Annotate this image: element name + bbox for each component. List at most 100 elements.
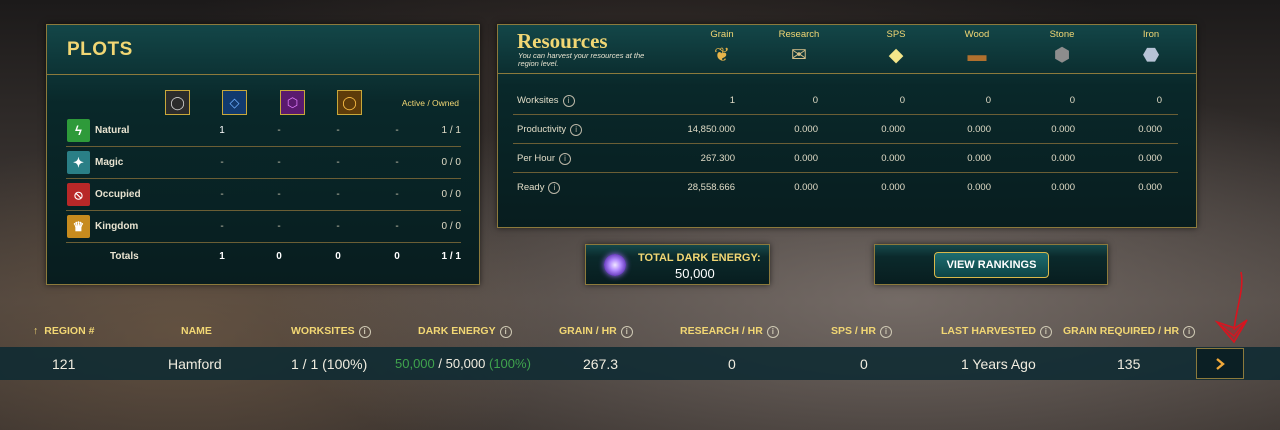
cell-worksites: 1 / 1 (100%) [291, 356, 368, 372]
col-header-label: GRAIN REQUIRED / HR [1063, 325, 1180, 337]
col-header-label: REGION # [44, 325, 95, 337]
view-rankings-button[interactable]: VIEW RANKINGS [934, 252, 1049, 278]
resource-row-label: Per Hour i [517, 153, 572, 165]
plot-active-owned: 0 / 0 [441, 157, 461, 168]
resource-value: 1 [729, 95, 735, 106]
iron-icon: ⬣ [1142, 45, 1160, 66]
cell-grain-required: 135 [1117, 356, 1141, 372]
cell-dark-energy: 50,000 / 50,000 (100%) [395, 356, 531, 371]
info-icon[interactable]: i [879, 326, 892, 338]
totals-cell: 1 [219, 251, 225, 262]
col-header-label: SPS / HR [831, 325, 876, 337]
resource-value: 0 [812, 95, 818, 106]
open-region-button[interactable] [1196, 348, 1244, 379]
resource-col-label: SPS [886, 29, 906, 40]
info-icon[interactable]: i [562, 95, 575, 107]
plot-row-label: Magic [95, 157, 124, 168]
col-header-label: RESEARCH / HR [680, 325, 763, 337]
dark-energy-separator: / [434, 356, 446, 371]
dark-energy-icon [604, 254, 626, 276]
col-header-grain-hr[interactable]: GRAIN / HR i [559, 325, 633, 338]
resource-row-ready: Ready i 28,558.666 0.000 0.000 0.000 0.00… [513, 173, 1178, 202]
info-icon[interactable]: i [570, 124, 583, 136]
plot-cell: - [336, 189, 340, 200]
col-header-research-hr[interactable]: RESEARCH / HR i [680, 325, 779, 338]
info-icon[interactable]: i [1183, 326, 1196, 338]
info-icon[interactable]: i [548, 182, 561, 194]
table-row[interactable]: 121 Hamford 1 / 1 (100%) 50,000 / 50,000… [0, 347, 1280, 380]
red-arrow-annotation [1214, 271, 1248, 344]
plot-active-owned: 1 / 1 [441, 125, 461, 136]
plot-cell: 1 [219, 125, 225, 136]
info-icon[interactable]: i [766, 326, 779, 338]
col-header-dark-energy[interactable]: DARK ENERGY i [418, 325, 512, 338]
info-icon[interactable]: i [358, 326, 371, 338]
plot-cell: - [336, 157, 340, 168]
plot-cell: - [336, 221, 340, 232]
sort-arrow-icon[interactable]: ↑ [33, 325, 38, 337]
active-owned-header: Active / Owned [401, 98, 459, 108]
resource-row-label: Worksites i [517, 95, 575, 107]
resource-value: 0.000 [1138, 124, 1162, 135]
resource-value: 0.000 [794, 153, 818, 164]
col-header-sps-hr[interactable]: SPS / HR i [831, 325, 892, 338]
plot-cell: - [220, 221, 224, 232]
plot-cell: - [220, 157, 224, 168]
resource-row-label-text: Ready [517, 182, 545, 193]
sps-icon: ◆ [888, 45, 904, 66]
resource-value: 0.000 [881, 124, 905, 135]
grain-icon: ❦ [714, 45, 730, 66]
info-icon[interactable]: i [1039, 326, 1052, 338]
resource-row-label-text: Per Hour [517, 153, 556, 164]
resource-row-productivity: Productivity i 14,850.000 0.000 0.000 0.0… [513, 115, 1178, 144]
cell-name: Hamford [168, 356, 222, 372]
resource-col-stone: Stone ⬢ [1027, 29, 1097, 68]
resource-col-sps: SPS ◆ [861, 29, 931, 68]
plot-cell: - [395, 125, 399, 136]
col-header-worksites[interactable]: WORKSITES i [291, 325, 371, 338]
plots-panel: PLOTS ◯ ◇ ⬡ ◯ Active / Owned ϟ Natural 1… [46, 24, 480, 285]
plot-cell: - [395, 221, 399, 232]
resource-value: 0.000 [794, 182, 818, 193]
resource-col-iron: Iron ⬣ [1116, 29, 1186, 68]
plot-cell: - [277, 221, 281, 232]
epic-plot-icon: ⬡ [280, 90, 305, 115]
resource-value: 0.000 [1051, 153, 1075, 164]
dark-energy-max: 50,000 [445, 356, 486, 371]
research-icon: ✉ [791, 45, 807, 66]
resource-col-label: Grain [710, 29, 734, 40]
col-header-name[interactable]: NAME [181, 325, 212, 337]
info-icon[interactable]: i [499, 326, 512, 338]
plot-row-label: Natural [95, 125, 130, 136]
dark-energy-box: TOTAL DARK ENERGY: 50,000 [585, 244, 770, 285]
plot-row-occupied: ⦸ Occupied - - - - 0 / 0 [66, 179, 461, 211]
dark-energy-percent: (100%) [489, 356, 531, 371]
resource-value: 0.000 [967, 124, 991, 135]
plot-cell: - [336, 125, 340, 136]
resource-value: 0 [985, 95, 991, 106]
col-header-grain-required[interactable]: GRAIN REQUIRED / HR i [1063, 325, 1196, 338]
info-icon[interactable]: i [620, 326, 633, 338]
resource-row-label-text: Worksites [517, 95, 559, 106]
col-header-region[interactable]: ↑ REGION # [33, 325, 94, 337]
plot-totals-row: Totals 1 0 0 0 1 / 1 [66, 241, 461, 273]
col-header-last-harvested[interactable]: LAST HARVESTED i [941, 325, 1052, 338]
info-icon[interactable]: i [559, 153, 572, 165]
plots-title: PLOTS [47, 25, 479, 75]
resource-value: 0.000 [881, 153, 905, 164]
resource-col-label: Wood [964, 29, 990, 40]
totals-cell: 0 [276, 251, 282, 262]
resource-row-label: Productivity i [517, 124, 583, 136]
resource-value: 0 [899, 95, 905, 106]
resource-value: 0.000 [1051, 124, 1075, 135]
resource-col-label: Stone [1049, 29, 1075, 40]
resource-value: 28,558.666 [687, 182, 735, 193]
totals-cell: 0 [335, 251, 341, 262]
resource-value: 0 [1156, 95, 1162, 106]
cell-region: 121 [52, 356, 76, 372]
resource-value: 14,850.000 [687, 124, 735, 135]
resource-row-per-hour: Per Hour i 267.300 0.000 0.000 0.000 0.00… [513, 144, 1178, 173]
col-header-label: LAST HARVESTED [941, 325, 1036, 337]
resources-subtitle: You can harvest your resources at the re… [518, 51, 645, 68]
chevron-right-icon [1216, 357, 1225, 370]
